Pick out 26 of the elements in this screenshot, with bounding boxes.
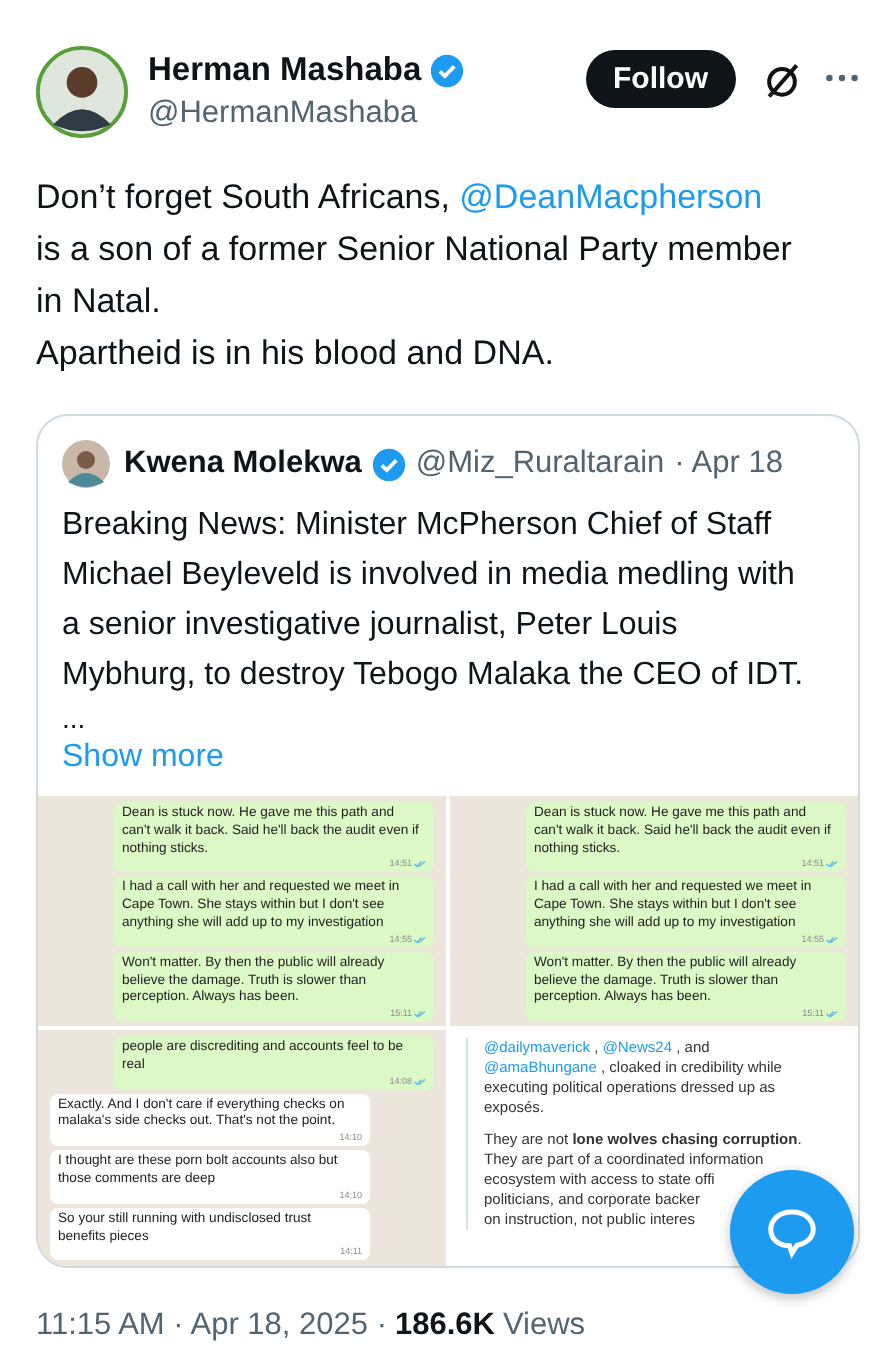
author-name[interactable]: Kwena Molekwa [124,446,362,482]
chat-screenshot[interactable] [450,796,858,1026]
follow-button[interactable]: Follow [585,49,736,107]
post-timestamp: 11:15 AM · Apr 18, 2025 · [36,1308,387,1344]
read-receipt-icon [826,1010,838,1019]
views-count: 186.6K [395,1308,495,1344]
more-icon[interactable] [824,72,860,84]
chat-screenshot[interactable] [38,1030,446,1266]
post-date: · Apr 18 [674,446,783,482]
tweet-text: Don’t forget South Africans, @DeanMacpherson is a son of a former Senior National Party member in Natal. Apartheid is in his blood and DNA. [36,176,794,376]
read-receipt-icon [826,860,838,869]
read-receipt-icon [414,935,426,944]
avatar-icon[interactable] [62,440,110,488]
views-label: Views [502,1308,586,1344]
ellipsis-text: ... [62,704,88,732]
read-receipt-icon [414,1077,426,1086]
avatar-icon[interactable] [36,46,128,138]
quoted-tweet[interactable] [36,414,860,1268]
author-handle[interactable]: @Miz_Ruraltarain [415,446,665,482]
read-receipt-icon [414,860,426,869]
read-receipt-icon [826,935,838,944]
author-name[interactable]: Herman Mashaba [148,52,422,90]
chat-screenshot[interactable] [38,796,446,1026]
author-handle[interactable]: @HermanMashaba [148,96,585,132]
read-receipt-icon [414,1010,426,1019]
quoted-text: Breaking News: Minister McPherson Chief of Staff Michael Beyleveld is involved in media medling with a senior investigative journalist, Peter Louis Mybhurg, to destroy Tebogo Malaka the CEO of IDT. [62,506,806,696]
